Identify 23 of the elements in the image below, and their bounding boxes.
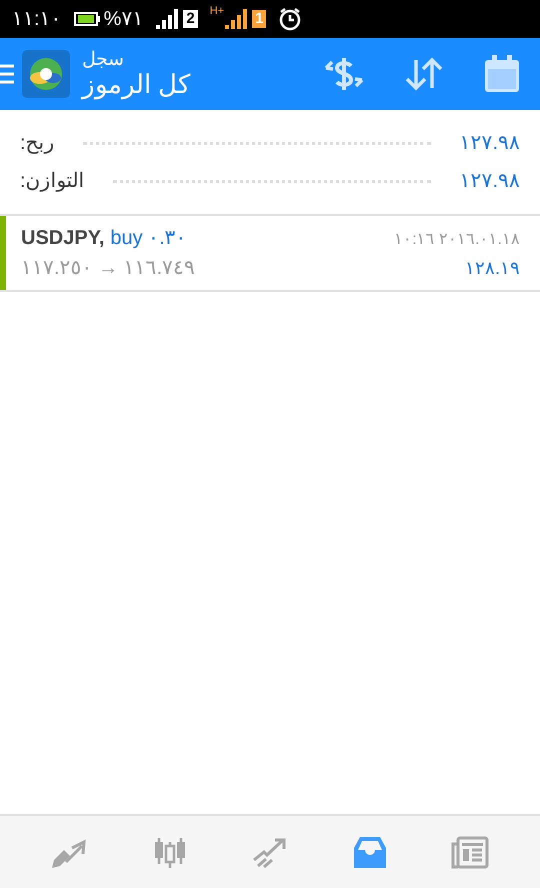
summary-value: ١٢٧.٩٨ [459,131,520,156]
deal-side: buy ٠.٣٠ [110,226,187,251]
clock-time: ١١:١٠ [12,7,62,32]
network-type: H+ [210,6,224,17]
app-logo-icon [22,50,70,98]
alarm-clock-icon [278,7,302,31]
sim-badge: 1 [252,10,266,28]
sim-badge: 2 [183,10,198,28]
deal-profit: ١٢٨.١٩ [464,257,520,280]
summary-label: ربح: [20,131,55,156]
sort-arrows-icon[interactable] [404,56,444,92]
deal-time: ٢٠١٦.٠١.١٨ ١٠:١٦ [394,230,520,250]
signal-icon [155,9,180,29]
battery-percent: %٧١ [104,7,144,32]
signal-icon [224,9,248,29]
summary-label: التوازن: [20,169,85,194]
currency-exchange-icon[interactable] [324,56,364,92]
deal-prices: ١١٧.٢٥٠ → ١١٦.٧٤٩ [21,256,196,281]
calendar-icon[interactable] [484,55,520,93]
deal-symbol: USDJPY, [21,226,104,251]
battery-icon [74,12,100,26]
newspaper-icon [450,834,490,870]
summary-value: ١٢٧.٩٨ [459,169,520,194]
